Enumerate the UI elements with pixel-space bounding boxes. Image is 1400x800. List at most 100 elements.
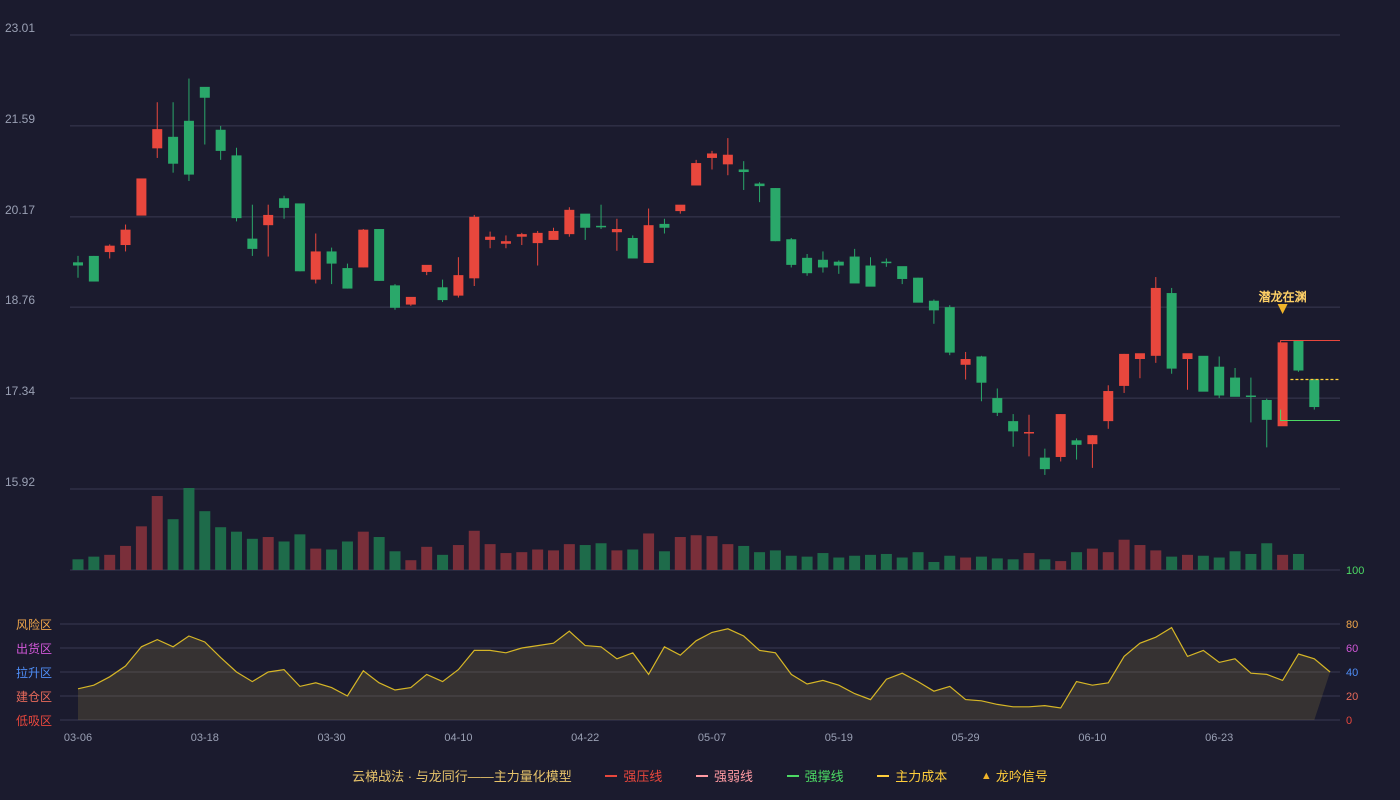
- candle-body: [310, 251, 321, 280]
- volume-bar: [437, 554, 449, 570]
- volume-bar: [452, 545, 464, 570]
- volume-bar: [1086, 548, 1098, 570]
- legend-item-strong-support: 强撑线: [786, 766, 844, 785]
- legend: 云梯战法 · 与龙同行——主力量化模型 强压线 强弱线 强撑线 主力成本 ▲ 龙吟…: [0, 766, 1400, 785]
- candle-body: [120, 229, 131, 246]
- x-tick-label: 06-10: [1078, 732, 1106, 744]
- candle-body: [580, 213, 591, 228]
- candle-body: [358, 229, 369, 268]
- candle-body: [659, 223, 670, 228]
- volume-bar: [658, 551, 670, 570]
- candle-body: [1293, 340, 1304, 371]
- candle-body: [564, 209, 575, 235]
- volume-bar: [1007, 559, 1019, 570]
- volume-bar: [643, 533, 655, 570]
- volume-bar: [754, 552, 766, 570]
- indicator-tick-label: 0: [1346, 715, 1352, 727]
- candle-body: [1309, 379, 1320, 408]
- volume-bar: [1134, 545, 1146, 570]
- volume-bar: [151, 496, 163, 570]
- candle-body: [707, 153, 717, 158]
- candle-body: [326, 251, 337, 264]
- signal-arrow-icon: [1277, 304, 1288, 314]
- volume-bar: [72, 559, 84, 570]
- candle-body: [865, 265, 876, 287]
- candle-body: [548, 230, 559, 240]
- volume-bar: [785, 555, 797, 570]
- volume-axis-label: 100: [1346, 565, 1364, 577]
- candle-body: [738, 169, 749, 173]
- indicator-zone-label: 低吸区: [16, 714, 52, 728]
- candle-body: [754, 183, 765, 187]
- indicator-tick-label: 20: [1346, 691, 1358, 703]
- volume-bar: [991, 558, 1003, 570]
- price-axis: 15.92 17.34 18.76 20.17 21.59 23.01: [5, 21, 35, 489]
- volume-bar: [468, 530, 480, 570]
- candle-body: [1245, 395, 1256, 398]
- volume-bars: 100: [70, 488, 1364, 577]
- volume-bar: [1182, 554, 1193, 570]
- x-tick-label: 05-07: [698, 732, 726, 744]
- volume-bar: [769, 550, 781, 570]
- volume-bar: [120, 545, 132, 570]
- candle-body: [1008, 421, 1019, 432]
- volume-bar: [975, 556, 987, 570]
- candle-body: [817, 259, 828, 268]
- candle-body: [992, 398, 1003, 413]
- candle-body: [1024, 432, 1034, 434]
- volume-bar: [1102, 552, 1114, 570]
- volume-bar: [294, 534, 306, 570]
- volume-bar: [310, 548, 322, 570]
- volume-bar: [421, 546, 433, 570]
- x-tick-label: 04-10: [444, 732, 472, 744]
- price-tick-label: 23.01: [5, 21, 35, 35]
- candle-body: [1039, 457, 1050, 470]
- volume-bar: [341, 541, 353, 570]
- candle-body: [231, 155, 242, 219]
- legend-item-strong-pressure: 强压线: [605, 766, 662, 785]
- candle-body: [1182, 353, 1193, 360]
- candle-body: [849, 256, 860, 284]
- volume-bar: [1166, 556, 1178, 570]
- price-tick-label: 15.92: [5, 475, 35, 489]
- volume-bar: [231, 531, 242, 570]
- volume-bar: [389, 551, 401, 570]
- candle-body: [500, 241, 511, 244]
- candle-body: [247, 238, 258, 249]
- candle-body: [944, 307, 955, 353]
- candle-body: [1103, 391, 1114, 422]
- candle-body: [183, 120, 194, 175]
- indicator-tick-label: 40: [1346, 667, 1358, 679]
- volume-bar: [801, 556, 813, 570]
- volume-bar: [706, 536, 718, 570]
- volume-bar: [722, 544, 734, 570]
- candle-body: [168, 136, 179, 164]
- candle-body: [453, 275, 464, 296]
- strong-support-line: [1280, 409, 1340, 421]
- volume-bar: [849, 555, 861, 570]
- volume-bar: [817, 553, 829, 570]
- x-tick-label: 03-18: [191, 732, 219, 744]
- annotation-label: 潜龙在渊: [1259, 289, 1307, 304]
- candle-body: [770, 188, 781, 242]
- volume-bar: [880, 553, 892, 570]
- volume-bar: [183, 488, 195, 570]
- volume-bar: [1055, 561, 1067, 570]
- candle-body: [611, 229, 622, 233]
- volume-bar: [579, 545, 591, 570]
- volume-bar: [1197, 555, 1209, 570]
- candle-body: [405, 296, 416, 305]
- indicator-tick-label: 80: [1346, 619, 1358, 631]
- triangle-icon: ▲: [980, 769, 992, 782]
- candle-body: [215, 129, 226, 151]
- candle-body: [263, 214, 274, 226]
- candle-body: [675, 204, 686, 212]
- volume-bar: [896, 557, 908, 570]
- candle-body: [1134, 353, 1145, 360]
- candle-body: [881, 261, 892, 264]
- candle-body: [786, 239, 797, 265]
- candle-body: [199, 86, 210, 98]
- volume-bar: [500, 553, 512, 570]
- candle-body: [596, 225, 607, 228]
- volume-bar: [1039, 559, 1051, 570]
